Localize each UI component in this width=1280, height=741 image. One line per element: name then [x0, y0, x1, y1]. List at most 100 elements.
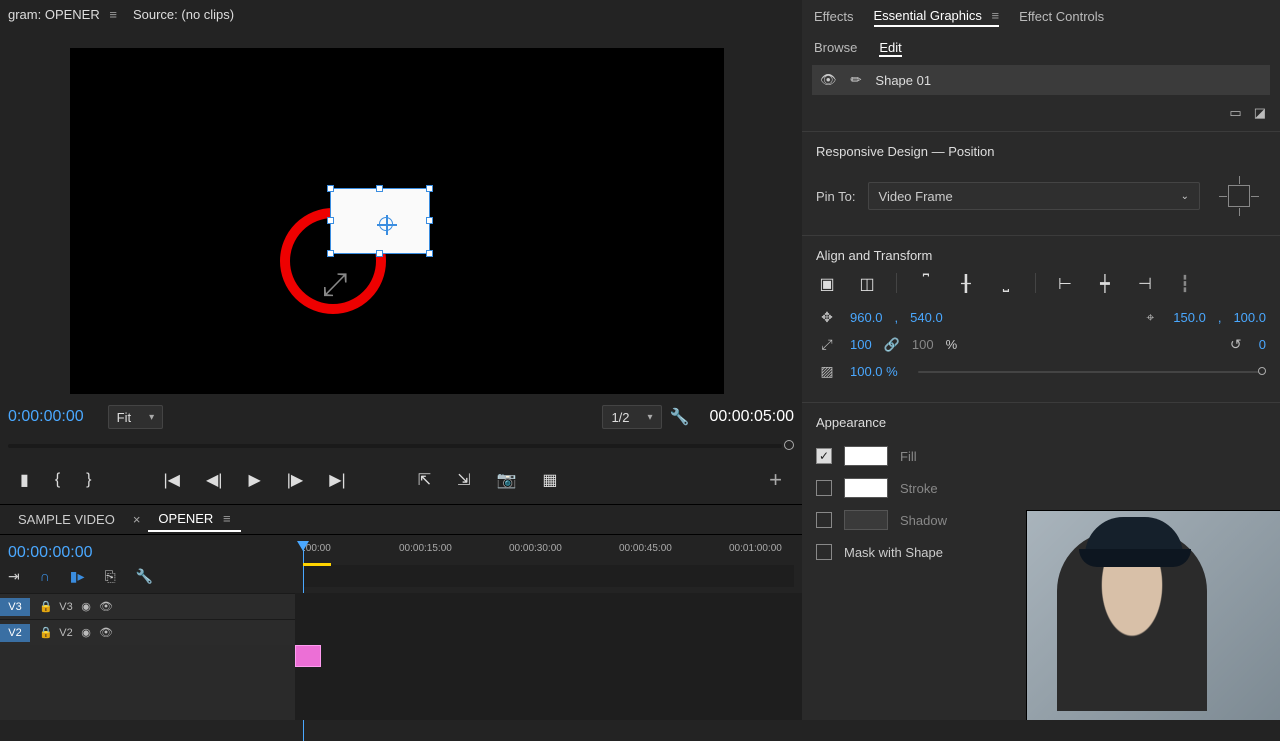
button-editor-icon[interactable]: +	[769, 467, 782, 493]
subtab-browse[interactable]: Browse	[814, 40, 857, 57]
rotation-icon: ↺	[1225, 336, 1247, 353]
track-tag[interactable]: V3	[0, 598, 30, 616]
program-menu-icon[interactable]: ≡	[109, 7, 117, 22]
resize-handle[interactable]	[327, 250, 334, 257]
comparison-view-icon[interactable]: ▦	[542, 470, 557, 490]
go-to-in-button[interactable]: |◀	[164, 470, 180, 490]
distribute-icon[interactable]: ┇	[1174, 273, 1196, 295]
mark-in-button[interactable]: {	[55, 471, 60, 489]
mask-checkbox[interactable]	[816, 544, 832, 560]
subtab-edit[interactable]: Edit	[879, 40, 901, 57]
fill-checkbox[interactable]: ✓	[816, 448, 832, 464]
track-toggle-icon[interactable]: ◉	[76, 626, 96, 639]
mark-out-button[interactable]: }	[86, 471, 91, 489]
export-frame-icon[interactable]: 📷	[497, 470, 517, 490]
video-track-v3[interactable]: V3 🔒 V3 ◉ 👁	[0, 593, 295, 619]
mark-in-icon[interactable]: ▮	[20, 470, 29, 490]
new-layer-icon[interactable]: ◪	[1254, 105, 1266, 121]
fill-color-swatch[interactable]	[844, 446, 888, 466]
align-hcenter-icon[interactable]: ┿	[1094, 273, 1116, 295]
marker-icon[interactable]: ▮▸	[70, 568, 85, 585]
transport-bar: ▮ { } |◀ ◀| ▶ |▶ ▶| ⇱ ⇲ 📷 ▦ +	[0, 456, 802, 504]
new-folder-icon[interactable]: ▭	[1229, 105, 1241, 121]
anchor-x[interactable]: 150.0	[1173, 310, 1206, 325]
anchor-y[interactable]: 100.0	[1233, 310, 1266, 325]
timeline-tab-opener[interactable]: OPENER ≡	[148, 507, 240, 532]
playhead-timecode[interactable]: 0:00:00:00	[8, 408, 84, 426]
pin-edges-widget[interactable]	[1212, 169, 1266, 223]
align-bottom-icon[interactable]: ⎵	[995, 273, 1017, 295]
align-left-icon[interactable]: ▣	[816, 273, 838, 295]
resize-handle[interactable]	[376, 250, 383, 257]
extract-button[interactable]: ⇲	[457, 470, 470, 490]
track-tag[interactable]: V2	[0, 624, 30, 642]
video-track-v2[interactable]: V2 🔒 V2 ◉ 👁	[0, 619, 295, 645]
insert-overwrite-icon[interactable]: ⎘	[105, 568, 116, 585]
panel-menu-icon[interactable]: ≡	[992, 8, 1000, 23]
position-icon: ✥	[816, 309, 838, 326]
snap-icon[interactable]: ⇥	[8, 568, 20, 585]
tab-effects[interactable]: Effects	[814, 7, 854, 26]
track-label: V3	[56, 601, 76, 613]
work-area-bar[interactable]	[303, 563, 331, 566]
link-scale-icon[interactable]: 🔗	[884, 337, 900, 353]
timeline-menu-icon[interactable]: ≡	[223, 511, 231, 526]
graphics-clip[interactable]	[295, 645, 321, 667]
track-lock-icon[interactable]: 🔒	[36, 600, 56, 613]
linked-selection-icon[interactable]: ∩	[40, 568, 50, 585]
lift-button[interactable]: ⇱	[418, 470, 431, 490]
tab-effect-controls[interactable]: Effect Controls	[1019, 7, 1104, 26]
shadow-checkbox[interactable]	[816, 512, 832, 528]
resolution-dropdown[interactable]: 1/2▾	[602, 405, 661, 429]
position-y[interactable]: 540.0	[910, 310, 943, 325]
resize-handle[interactable]	[426, 185, 433, 192]
step-forward-button[interactable]: |▶	[287, 470, 303, 490]
shape-selection[interactable]	[330, 188, 430, 254]
timeline-timecode[interactable]: 00:00:00:00	[8, 544, 285, 562]
resize-handle[interactable]	[327, 217, 334, 224]
section-title: Responsive Design — Position	[816, 144, 1266, 159]
rotation-value[interactable]: 0	[1259, 337, 1266, 352]
monitor-ruler[interactable]	[8, 438, 794, 456]
zoom-fit-dropdown[interactable]: Fit▾	[108, 405, 163, 429]
align-hleft-icon[interactable]: ⊢	[1054, 273, 1076, 295]
scale-value[interactable]: 100	[850, 337, 872, 352]
layer-visibility-icon[interactable]: 👁	[820, 72, 837, 88]
close-tab-icon[interactable]: ×	[133, 512, 141, 527]
fill-label: Fill	[900, 449, 917, 464]
resize-handle[interactable]	[426, 217, 433, 224]
anchor-point-icon[interactable]	[379, 217, 393, 231]
position-x[interactable]: 960.0	[850, 310, 883, 325]
stroke-checkbox[interactable]	[816, 480, 832, 496]
resize-handle[interactable]	[426, 250, 433, 257]
track-lock-icon[interactable]: 🔒	[36, 626, 56, 639]
opacity-value[interactable]: 100.0 %	[850, 364, 898, 379]
align-center-icon[interactable]: ◫	[856, 273, 878, 295]
track-toggle-icon[interactable]: ◉	[76, 600, 96, 613]
program-monitor[interactable]: ⤢	[70, 48, 724, 394]
timeline-tab-sample[interactable]: SAMPLE VIDEO	[8, 508, 125, 531]
align-top-icon[interactable]: ⎴	[915, 273, 937, 295]
step-back-button[interactable]: ◀|	[206, 470, 222, 490]
opacity-slider[interactable]	[918, 371, 1266, 373]
webcam-overlay	[1026, 510, 1280, 720]
resize-handle[interactable]	[376, 185, 383, 192]
track-eye-icon[interactable]: 👁	[96, 600, 116, 613]
timeline-ruler[interactable]: :00:00 00:00:15:00 00:00:30:00 00:00:45:…	[303, 541, 794, 565]
resize-handle[interactable]	[327, 185, 334, 192]
stroke-color-swatch[interactable]	[844, 478, 888, 498]
ruler-label: 00:00:15:00	[399, 543, 452, 554]
pin-to-dropdown[interactable]: Video Frame⌄	[868, 182, 1200, 210]
go-to-out-button[interactable]: ▶|	[329, 470, 345, 490]
align-vcenter-icon[interactable]: ╂	[955, 273, 977, 295]
play-button[interactable]: ▶	[248, 470, 260, 490]
settings-wrench-icon[interactable]: 🔧	[670, 407, 690, 427]
tab-essential-graphics[interactable]: Essential Graphics ≡	[874, 6, 1000, 27]
layer-shape01[interactable]: 👁 ✎ Shape 01	[812, 65, 1270, 95]
align-transform-section: Align and Transform ▣ ◫ ⎴ ╂ ⎵ ⊢ ┿ ⊣ ┇ ✥ …	[802, 235, 1280, 402]
track-eye-icon[interactable]: 👁	[96, 626, 116, 639]
align-hright-icon[interactable]: ⊣	[1134, 273, 1156, 295]
settings-wrench-icon[interactable]: 🔧	[136, 568, 153, 585]
shadow-color-swatch[interactable]	[844, 510, 888, 530]
section-title: Align and Transform	[816, 248, 1266, 263]
